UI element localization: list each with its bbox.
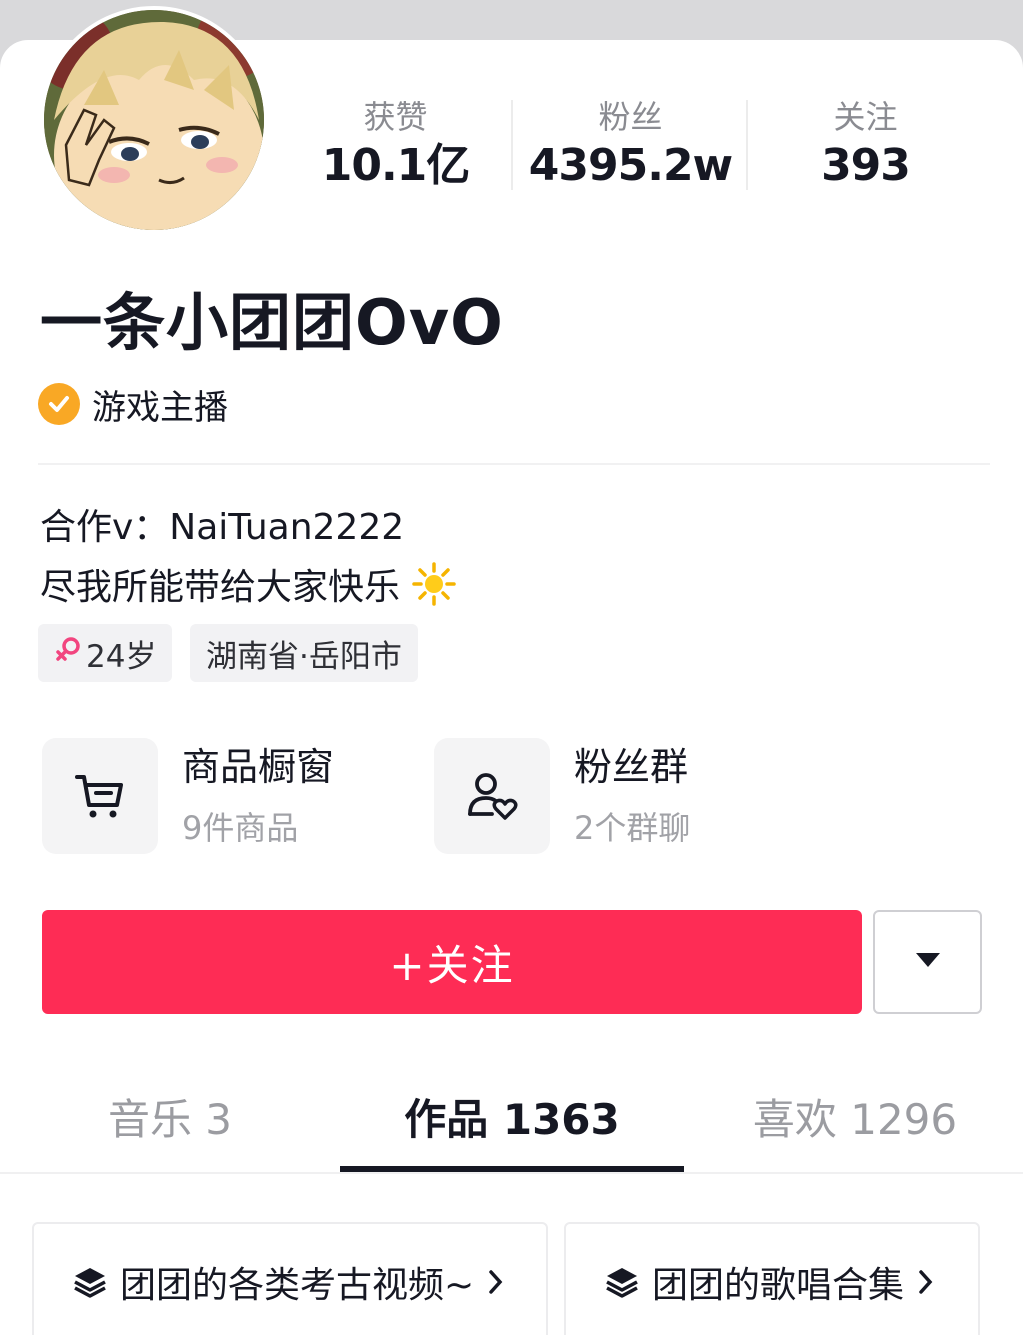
tab-likes[interactable]: 喜欢 1296 bbox=[740, 1090, 970, 1150]
bio-line-contact: 合作v：NaiTuan2222 bbox=[40, 507, 405, 548]
tag-age: 24岁 bbox=[38, 624, 173, 682]
stat-divider bbox=[746, 100, 748, 190]
fan-group-entry[interactable]: 粉丝群 2个群聊 bbox=[434, 738, 690, 854]
tag-location: 湖南省·岳阳市 bbox=[190, 624, 418, 682]
bio-line-motto: 尽我所能带给大家快乐 bbox=[40, 561, 457, 613]
stat-likes[interactable]: 获赞 10.1亿 bbox=[278, 95, 513, 193]
stat-following-label: 关注 bbox=[833, 98, 898, 136]
stat-likes-value: 10.1亿 bbox=[321, 140, 471, 191]
collection-singing[interactable]: 团团的歌唱合集 bbox=[564, 1222, 980, 1335]
collection-label: 团团的各类考古视频~ bbox=[120, 1265, 475, 1306]
stats-bar: 获赞 10.1亿 粉丝 4395.2w 关注 393 bbox=[278, 95, 1023, 195]
cart-icon bbox=[42, 738, 158, 854]
stat-following[interactable]: 关注 393 bbox=[748, 95, 983, 193]
fan-group-icon bbox=[434, 738, 550, 854]
stat-followers[interactable]: 粉丝 4395.2w bbox=[513, 95, 748, 193]
bio-motto-text: 尽我所能带给大家快乐 bbox=[40, 567, 401, 608]
stat-followers-value: 4395.2w bbox=[528, 140, 733, 191]
verification-label: 游戏主播 bbox=[92, 387, 228, 428]
verified-check-icon bbox=[38, 383, 80, 425]
chevron-right-icon bbox=[488, 1268, 504, 1296]
female-icon bbox=[54, 635, 82, 671]
collection-archive-videos[interactable]: 团团的各类考古视频~ bbox=[32, 1222, 548, 1335]
divider bbox=[38, 463, 990, 465]
tab-works[interactable]: 作品 1363 bbox=[340, 1090, 684, 1150]
chevron-right-icon bbox=[918, 1268, 934, 1296]
stat-followers-label: 粉丝 bbox=[598, 98, 663, 136]
shop-window-title: 商品橱窗 bbox=[182, 745, 335, 789]
tag-location-label: 湖南省·岳阳市 bbox=[206, 638, 402, 675]
fan-group-count: 2个群聊 bbox=[574, 809, 691, 847]
profile-nickname: 一条小团团OvO bbox=[40, 286, 504, 359]
sun-emoji-icon bbox=[400, 562, 457, 608]
follow-button[interactable]: +关注 bbox=[42, 910, 862, 1014]
verification-row: 游戏主播 bbox=[38, 381, 228, 428]
avatar-illustration bbox=[44, 10, 264, 230]
shop-window-entry[interactable]: 商品橱窗 9件商品 bbox=[42, 738, 334, 854]
layers-icon bbox=[72, 1264, 108, 1300]
more-options-button[interactable] bbox=[873, 910, 982, 1014]
shop-window-count: 9件商品 bbox=[182, 809, 299, 847]
tab-music[interactable]: 音乐 3 bbox=[70, 1090, 270, 1150]
fan-group-title: 粉丝群 bbox=[574, 745, 689, 789]
stat-likes-label: 获赞 bbox=[363, 98, 428, 136]
layers-icon bbox=[604, 1264, 640, 1300]
active-tab-indicator bbox=[340, 1166, 684, 1172]
caret-down-icon bbox=[914, 950, 942, 974]
tabs-divider bbox=[0, 1172, 1023, 1174]
collection-label: 团团的歌唱合集 bbox=[652, 1265, 905, 1306]
tag-age-label: 24岁 bbox=[86, 638, 157, 675]
stat-following-value: 393 bbox=[821, 140, 911, 191]
stat-divider bbox=[511, 100, 513, 190]
avatar[interactable] bbox=[40, 6, 268, 234]
